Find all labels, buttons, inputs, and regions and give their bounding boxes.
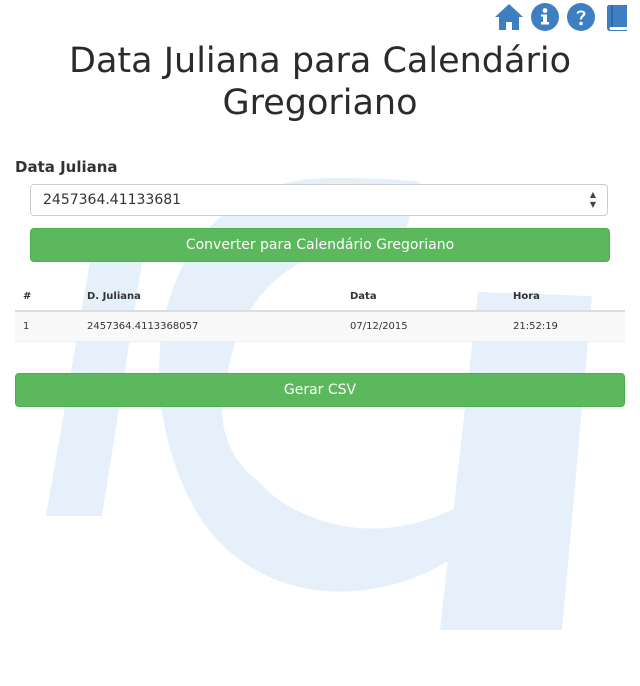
convert-button[interactable]: Converter para Calendário Gregoriano <box>30 228 610 262</box>
row-index-cell: 1 <box>15 311 79 342</box>
column-header-index: # <box>15 282 79 312</box>
results-table: # D. Juliana Data Hora 1 2457364.4113368… <box>15 282 625 342</box>
row-julian-cell: 2457364.4113368057 <box>79 311 342 342</box>
column-header-julian: D. Juliana <box>79 282 342 312</box>
page-title: Data Juliana para Calendário Gregoriano <box>69 41 571 123</box>
table-header-row: # D. Juliana Data Hora <box>15 282 625 312</box>
stepper-down-icon[interactable]: ▼ <box>590 201 596 209</box>
question-icon[interactable] <box>566 2 596 32</box>
table-row: 1 2457364.4113368057 07/12/2015 21:52:19 <box>15 311 625 342</box>
book-icon[interactable] <box>602 2 632 32</box>
top-nav <box>494 2 632 32</box>
stepper-up-icon[interactable]: ▲ <box>590 191 596 199</box>
column-header-date: Data <box>342 282 505 312</box>
julian-date-label: Data Juliana <box>15 158 118 176</box>
julian-date-input[interactable] <box>31 185 595 215</box>
row-date-cell: 07/12/2015 <box>342 311 505 342</box>
column-header-time: Hora <box>505 282 625 312</box>
row-time-cell: 21:52:19 <box>505 311 625 342</box>
generate-csv-button[interactable]: Gerar CSV <box>15 373 625 407</box>
number-stepper[interactable]: ▲ ▼ <box>587 191 599 209</box>
julian-date-field: ▲ ▼ <box>30 184 608 216</box>
info-icon[interactable] <box>530 2 560 32</box>
home-icon[interactable] <box>494 2 524 32</box>
